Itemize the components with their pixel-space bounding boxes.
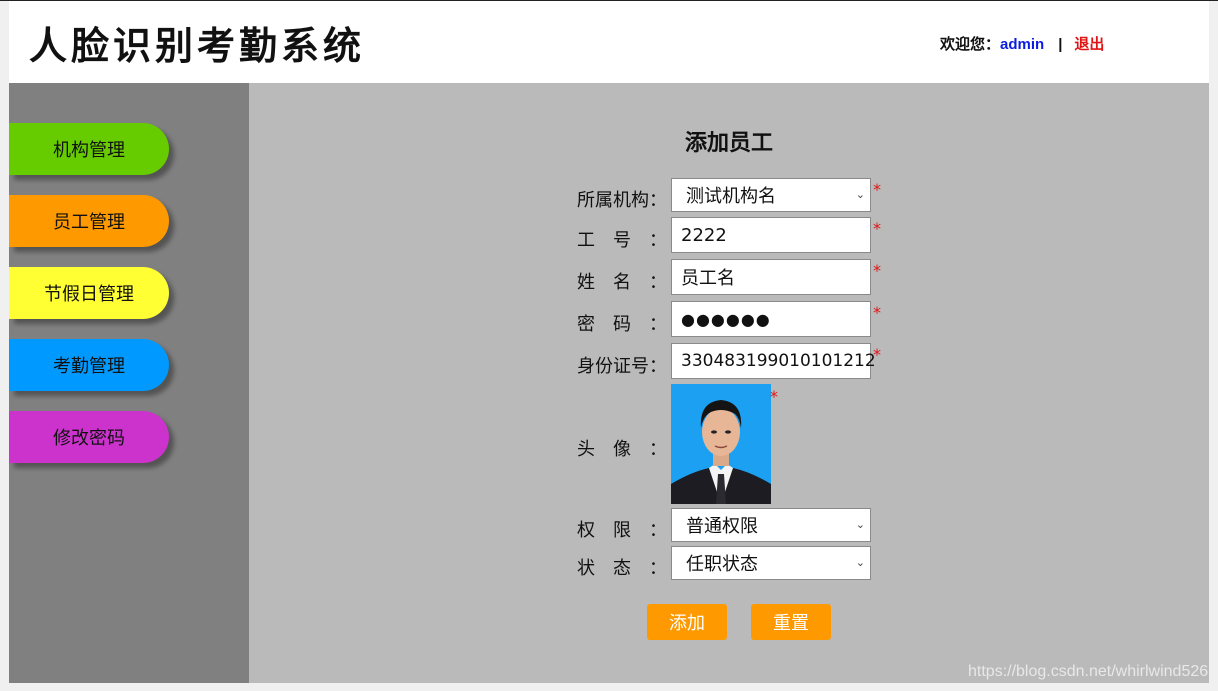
add-button[interactable]: 添加 [647, 604, 727, 640]
sidebar-item-org[interactable]: 机构管理 [9, 123, 169, 175]
logout-link[interactable]: 退出 [1074, 36, 1104, 53]
empno-label: 工号： [577, 230, 667, 251]
required-mark: * [873, 219, 881, 238]
sidebar: 机构管理 员工管理 节假日管理 考勤管理 修改密码 [9, 83, 249, 683]
chevron-down-icon: ⌄ [855, 188, 865, 201]
required-mark: * [873, 261, 881, 280]
status-select-value: 任职状态 [686, 554, 758, 575]
status-select[interactable]: 任职状态 ⌄ [671, 546, 871, 580]
idcard-label: 身份证号： [577, 356, 667, 377]
org-select-value: 测试机构名 [686, 186, 776, 207]
page-title: 添加员工 [684, 131, 773, 156]
chevron-down-icon: ⌄ [855, 518, 865, 531]
password-input[interactable]: ●●●●●● [671, 301, 871, 337]
empno-input[interactable]: 2222 [671, 217, 871, 253]
idcard-input[interactable]: 330483199010101212 [671, 343, 876, 379]
chevron-down-icon: ⌄ [855, 556, 865, 569]
main-content: 添加员工 所属机构： 测试机构名 ⌄ * 工号： 2222 * 姓名： 员工名 … [249, 83, 1209, 683]
avatar-photo[interactable] [671, 384, 771, 504]
avatar-label: 头像： [577, 439, 667, 460]
welcome-text: 欢迎您： [940, 36, 1001, 53]
sidebar-item-employee[interactable]: 员工管理 [9, 195, 169, 247]
permission-select-value: 普通权限 [686, 516, 758, 537]
permission-label: 权限： [577, 520, 667, 541]
org-select[interactable]: 测试机构名 ⌄ [671, 178, 871, 212]
person-photo-icon [671, 384, 771, 504]
sidebar-item-attendance[interactable]: 考勤管理 [9, 339, 169, 391]
org-label: 所属机构： [577, 190, 667, 211]
required-mark: * [770, 387, 778, 406]
required-mark: * [873, 180, 881, 199]
reset-button[interactable]: 重置 [751, 604, 831, 640]
username: admin [1000, 36, 1045, 53]
name-label: 姓名： [577, 272, 667, 293]
permission-select[interactable]: 普通权限 ⌄ [671, 508, 871, 542]
app-logo: 人脸识别考勤系统 [29, 23, 366, 68]
required-mark: * [873, 303, 881, 322]
password-label: 密码： [577, 314, 667, 335]
name-input[interactable]: 员工名 [671, 259, 871, 295]
separator: | [1058, 36, 1063, 53]
header: 人脸识别考勤系统 欢迎您：admin | 退出 [9, 1, 1209, 83]
user-bar: 欢迎您：admin | 退出 [940, 33, 1104, 54]
sidebar-item-password[interactable]: 修改密码 [9, 411, 169, 463]
sidebar-item-holiday[interactable]: 节假日管理 [9, 267, 169, 319]
watermark: https://blog.csdn.net/whirlwind526 [968, 663, 1209, 680]
required-mark: * [873, 345, 881, 364]
status-label: 状态： [577, 558, 667, 579]
